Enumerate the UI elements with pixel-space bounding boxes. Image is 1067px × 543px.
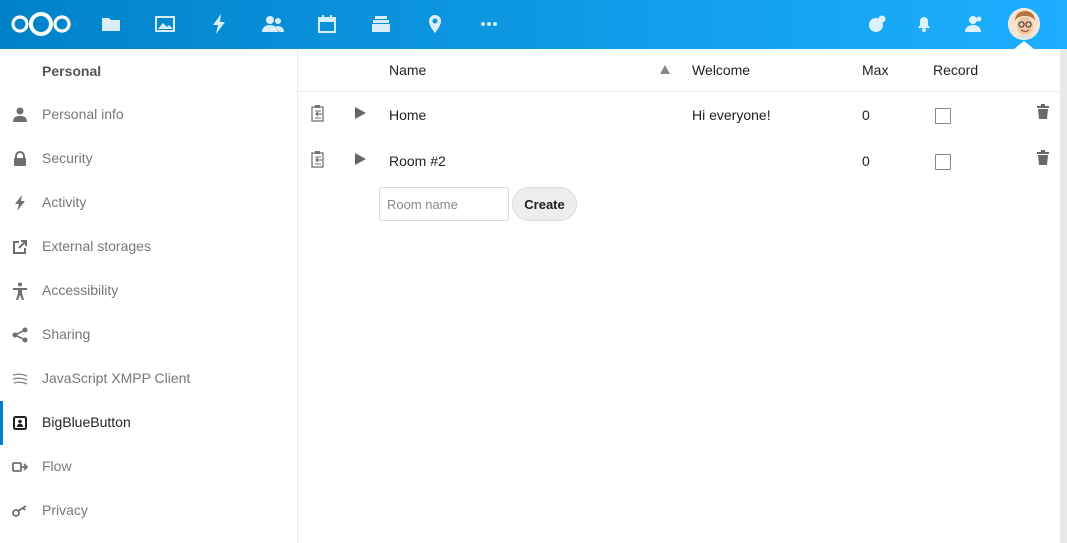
bigbluebutton-icon (11, 414, 29, 432)
start-room-icon[interactable] (355, 107, 366, 119)
start-room-icon[interactable] (355, 153, 366, 165)
sidebar-item-label: External storages (42, 238, 151, 254)
table-header: Name Welcome Max Record (298, 49, 1060, 92)
create-room-button[interactable]: Create (512, 187, 577, 221)
settings-sidebar: Personal Personal info Security Activity… (0, 49, 298, 543)
sidebar-item-label: JavaScript XMPP Client (42, 370, 191, 386)
sidebar-item-external-storages[interactable]: External storages (0, 225, 297, 269)
share-icon (11, 326, 29, 344)
nextcloud-logo[interactable] (10, 10, 72, 38)
user-icon (11, 106, 29, 124)
external-link-icon (11, 238, 29, 256)
sidebar-item-sharing[interactable]: Sharing (0, 313, 297, 357)
sidebar-item-label: Accessibility (42, 282, 119, 298)
sidebar-item-label: BigBlueButton (42, 414, 131, 430)
sidebar-item-label: Security (42, 150, 93, 166)
copy-link-icon[interactable] (310, 104, 326, 122)
sidebar-item-label: Personal info (42, 106, 124, 122)
column-header-welcome[interactable]: Welcome (692, 62, 750, 78)
table-row: Home Hi everyone! 0 (298, 92, 1060, 138)
accessibility-icon (11, 282, 29, 300)
maps-icon[interactable] (423, 12, 447, 36)
room-name[interactable]: Home (389, 107, 426, 123)
lightning-icon (11, 194, 29, 212)
sidebar-item-flow[interactable]: Flow (0, 445, 297, 489)
bigbluebutton-rooms-panel: Name Welcome Max Record Home Hi everyone… (298, 49, 1060, 543)
flow-icon (11, 458, 29, 476)
notifications-icon[interactable] (912, 12, 936, 36)
room-welcome[interactable]: Hi everyone! (692, 107, 771, 123)
sidebar-item-personal-info[interactable]: Personal info (0, 93, 297, 137)
sidebar-item-security[interactable]: Security (0, 137, 297, 181)
column-header-record[interactable]: Record (933, 62, 978, 78)
files-icon[interactable] (99, 12, 123, 36)
sidebar-item-bigbluebutton[interactable]: BigBlueButton (0, 401, 297, 445)
activity-icon[interactable] (207, 12, 231, 36)
calendar-icon[interactable] (315, 12, 339, 36)
sidebar-item-label: Activity (42, 194, 87, 210)
more-apps-icon[interactable] (477, 12, 501, 36)
record-checkbox[interactable] (935, 108, 951, 124)
sidebar-item-label: Privacy (42, 502, 88, 518)
top-header (0, 0, 1067, 49)
delete-icon[interactable] (1036, 150, 1050, 166)
photos-icon[interactable] (153, 12, 177, 36)
avatar-caret (1014, 41, 1034, 49)
sidebar-item-privacy[interactable]: Privacy (0, 489, 297, 533)
record-checkbox[interactable] (935, 154, 951, 170)
room-name[interactable]: Room #2 (389, 153, 446, 169)
column-header-name[interactable]: Name (389, 62, 426, 78)
key-icon (11, 502, 29, 520)
talk-icon[interactable] (865, 12, 889, 36)
user-avatar[interactable] (1008, 8, 1040, 40)
column-header-max[interactable]: Max (862, 62, 888, 78)
room-max[interactable]: 0 (862, 107, 870, 123)
room-max[interactable]: 0 (862, 153, 870, 169)
scrollbar[interactable] (1060, 49, 1067, 543)
table-row: Room #2 0 (298, 138, 1060, 184)
lock-icon (11, 150, 29, 168)
room-name-input[interactable] (379, 187, 509, 221)
contacts-menu-icon[interactable] (962, 12, 986, 36)
sidebar-item-accessibility[interactable]: Accessibility (0, 269, 297, 313)
sidebar-item-label: Sharing (42, 326, 91, 342)
delete-icon[interactable] (1036, 104, 1050, 120)
sidebar-heading: Personal (42, 63, 102, 79)
sort-ascending-icon[interactable] (660, 65, 670, 74)
xmpp-icon (11, 370, 29, 388)
sidebar-item-label: Flow (42, 458, 72, 474)
sidebar-item-activity[interactable]: Activity (0, 181, 297, 225)
contacts-icon[interactable] (261, 12, 285, 36)
copy-link-icon[interactable] (310, 150, 326, 168)
sidebar-item-xmpp-client[interactable]: JavaScript XMPP Client (0, 357, 297, 401)
deck-icon[interactable] (369, 12, 393, 36)
